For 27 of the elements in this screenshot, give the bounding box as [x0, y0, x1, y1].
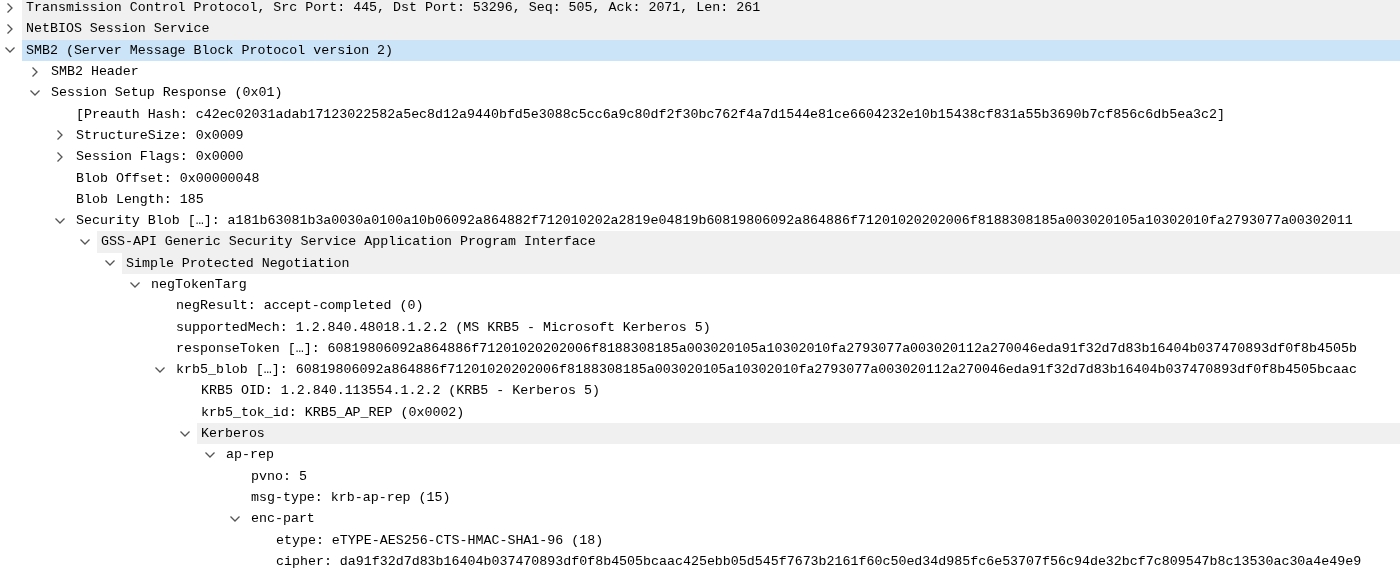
tree-item[interactable]: etype: eTYPE-AES256-CTS-HMAC-SHA1-96 (18): [272, 529, 1400, 551]
tree-item[interactable]: pvno: 5: [247, 465, 1400, 487]
tree-item[interactable]: SMB2 (Server Message Block Protocol version 2): [22, 39, 1400, 61]
tree-item[interactable]: negResult: accept-completed (0): [172, 295, 1400, 317]
tree-item[interactable]: SMB2 Header: [47, 60, 1400, 83]
tree-item[interactable]: StructureSize: 0x0009: [72, 124, 1400, 147]
tree-item[interactable]: Blob Length: 185: [72, 188, 1400, 210]
tree-item[interactable]: Security Blob […]: a181b63081b3a0030a0100a10b06092a864882f712010202a2819e04819b60819806092a864886f71201020202006f8188308185a003020105a10302010fa2793077a00302011: [72, 209, 1400, 232]
tree-item[interactable]: Simple Protected Negotiation: [122, 252, 1400, 274]
tree-item[interactable]: cipher: da91f32d7d83b16404b037470893df0f8b4505bcaac425ebb05d545f7673b2161f60c50ed34d985fc6e53707f56c94de32bcf7c809547b8c13530ac30a4e49e9: [272, 550, 1400, 572]
tree-item[interactable]: krb5_blob […]: 60819806092a864886f71201020202006f8188308185a003020105a10302010fa2793077a003020112a270046eda91f32d7d83b16404b037470893df0f8b4505bcaac: [172, 359, 1400, 381]
tree-item[interactable]: msg-type: krb-ap-rep (15): [247, 486, 1400, 509]
tree-item[interactable]: [Preauth Hash: c42ec02031adab17123022582a5ec8d12a9440bfd5e3088c5cc6a9c80df2f30bc762f4a7d1544e81ce6604232e10b15438cf831a55b3690b7cf856c6db5ea3c2]: [72, 103, 1400, 125]
tree-item[interactable]: GSS-API Generic Security Service Application Program Interface: [97, 231, 1400, 253]
tree-item[interactable]: KRB5 OID: 1.2.840.113554.1.2.2 (KRB5 - Kerberos 5): [197, 380, 1400, 402]
tree-item[interactable]: ap-rep: [222, 444, 1400, 466]
tree-item[interactable]: Blob Offset: 0x00000048: [72, 167, 1400, 189]
tree-item[interactable]: enc-part: [247, 508, 1400, 530]
tree-item[interactable]: Session Setup Response (0x01): [47, 82, 1400, 104]
tree-item[interactable]: negTokenTarg: [147, 273, 1400, 296]
tree-item[interactable]: Transmission Control Protocol, Src Port: 445, Dst Port: 53296, Seq: 505, Ack: 2071, Len: 261: [22, 0, 1400, 19]
tree-item[interactable]: supportedMech: 1.2.840.48018.1.2.2 (MS KRB5 - Microsoft Kerberos 5): [172, 316, 1400, 338]
tree-item[interactable]: Session Flags: 0x0000: [72, 146, 1400, 168]
tree-item[interactable]: NetBIOS Session Service: [22, 18, 1400, 40]
tree-item[interactable]: Kerberos: [197, 422, 1400, 445]
tree-item[interactable]: responseToken […]: 60819806092a864886f71201020202006f8188308185a003020105a10302010fa2793077a003020112a270046eda91f32d7d83b16404b037470893df0f8b4505b: [172, 337, 1400, 360]
tree-item[interactable]: krb5_tok_id: KRB5_AP_REP (0x0002): [197, 401, 1400, 423]
